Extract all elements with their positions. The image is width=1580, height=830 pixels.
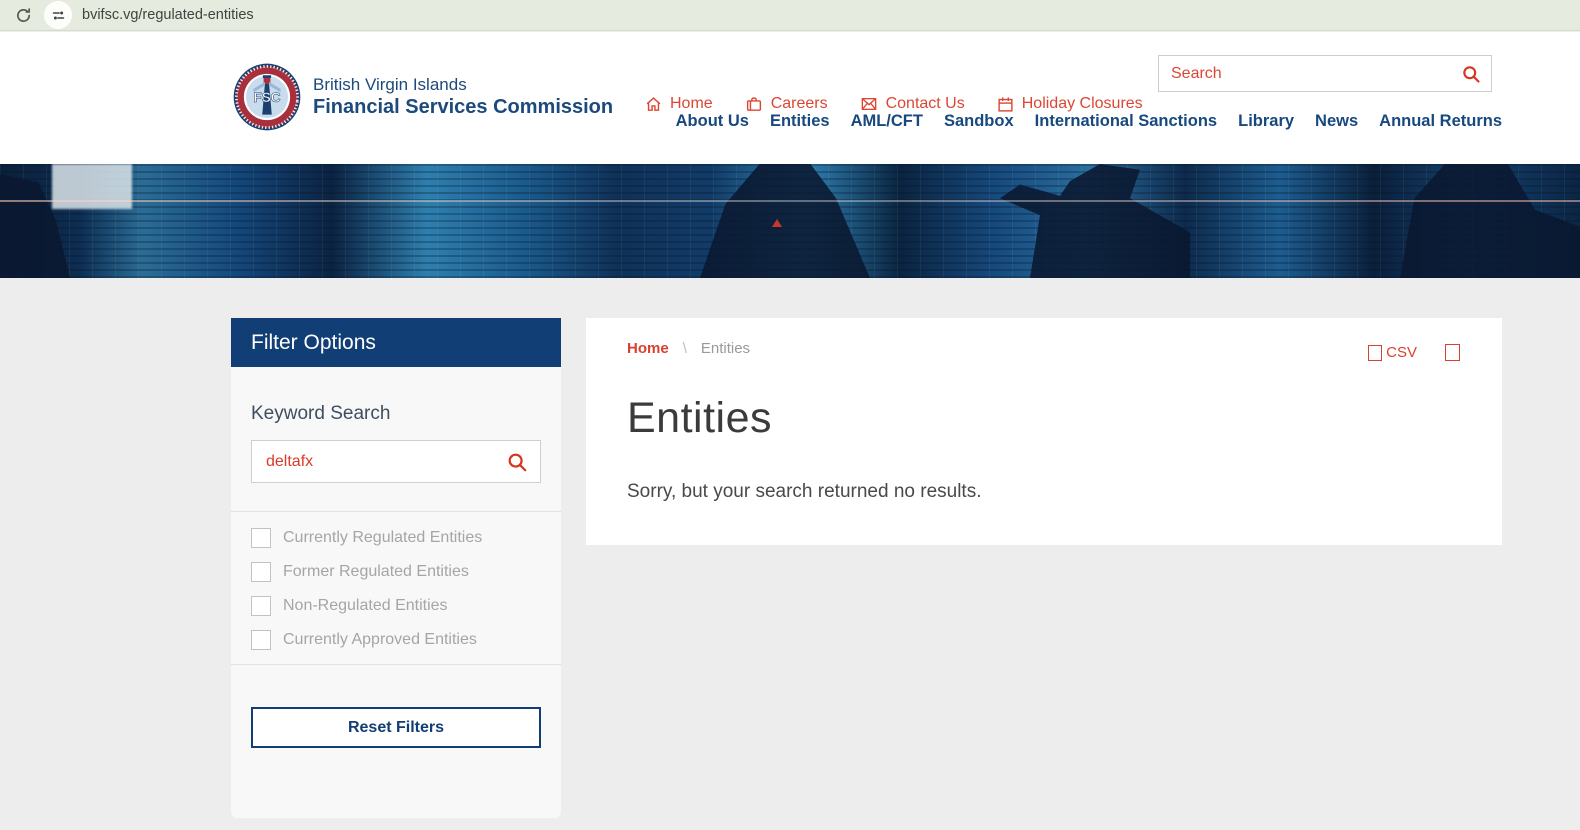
export-csv-button[interactable]: CSV xyxy=(1368,344,1417,361)
breadcrumb-separator: \ xyxy=(682,340,687,357)
utility-nav: Home Careers Contact Us Holiday Closures xyxy=(645,95,1143,113)
filter-currently-approved-entities[interactable]: Currently Approved Entities xyxy=(251,630,541,650)
filter-currently-regulated-entities[interactable]: Currently Regulated Entities xyxy=(251,528,541,548)
breadcrumb-current: Entities xyxy=(700,340,751,357)
site-info-icon[interactable] xyxy=(44,1,72,29)
filter-non-regulated-entities[interactable]: Non-Regulated Entities xyxy=(251,596,541,616)
banner-silhouette xyxy=(1000,164,1190,278)
keyword-search-label: Keyword Search xyxy=(251,403,391,424)
checkbox-label: Currently Regulated Entities xyxy=(283,529,483,546)
csv-label: CSV xyxy=(1386,344,1417,361)
banner-silhouette xyxy=(1400,164,1580,278)
breadcrumb-home-link[interactable]: Home xyxy=(627,340,669,357)
banner-rail-line xyxy=(0,200,1580,202)
utility-nav-careers[interactable]: Careers xyxy=(745,95,828,113)
header-search-input[interactable] xyxy=(1159,64,1461,83)
checkbox-label: Non-Regulated Entities xyxy=(283,597,448,614)
nav-annual-returns[interactable]: Annual Returns xyxy=(1379,112,1502,131)
utility-nav-contact-us[interactable]: Contact Us xyxy=(860,95,965,113)
header-search-box xyxy=(1158,55,1492,92)
content-card: Home \ Entities CSV Entities Sorry, but … xyxy=(586,318,1502,545)
banner-red-marker xyxy=(772,219,782,227)
fsc-logo[interactable]: FSC British Virgin Islands Financial Ser… xyxy=(233,63,613,131)
checkbox-former-regulated-entities[interactable] xyxy=(251,562,271,582)
logo-wordmark: British Virgin Islands Financial Service… xyxy=(313,75,613,119)
browser-toolbar: bvifsc.vg/regulated-entities xyxy=(0,0,1580,31)
checkbox-label: Former Regulated Entities xyxy=(283,563,469,580)
site-header: FSC British Virgin Islands Financial Ser… xyxy=(0,32,1580,164)
briefcase-icon xyxy=(746,96,761,111)
keyword-search-icon[interactable] xyxy=(506,451,528,473)
utility-nav-label: Contact Us xyxy=(885,95,965,112)
utility-nav-label: Holiday Closures xyxy=(1021,95,1143,112)
entity-type-filter-list: Currently Regulated Entities Former Regu… xyxy=(231,512,561,650)
checkbox-currently-approved-entities[interactable] xyxy=(251,630,271,650)
nav-aml-cft[interactable]: AML/CFT xyxy=(851,112,923,131)
calendar-icon xyxy=(998,96,1013,112)
nav-library[interactable]: Library xyxy=(1238,112,1294,131)
filter-former-regulated-entities[interactable]: Former Regulated Entities xyxy=(251,562,541,582)
nav-sandbox[interactable]: Sandbox xyxy=(944,112,1014,131)
csv-file-icon xyxy=(1368,344,1383,361)
home-icon xyxy=(646,96,661,111)
svg-text:FSC: FSC xyxy=(253,90,280,105)
utility-nav-home[interactable]: Home xyxy=(645,95,713,113)
filter-panel-title: Filter Options xyxy=(231,318,561,367)
export-tools: CSV xyxy=(1368,344,1460,361)
page-title: Entities xyxy=(627,394,773,442)
url-bar[interactable]: bvifsc.vg/regulated-entities xyxy=(82,7,254,23)
nav-about-us[interactable]: About Us xyxy=(676,112,749,131)
nav-international-sanctions[interactable]: International Sanctions xyxy=(1035,112,1217,131)
logo-line2: Financial Services Commission xyxy=(313,96,614,118)
search-icon[interactable] xyxy=(1461,64,1481,84)
breadcrumb: Home \ Entities xyxy=(627,340,750,357)
reset-filters-button[interactable]: Reset Filters xyxy=(251,707,541,748)
keyword-search-box xyxy=(251,440,541,483)
nav-entities[interactable]: Entities xyxy=(770,112,830,131)
print-icon[interactable] xyxy=(1445,344,1460,361)
checkbox-non-regulated-entities[interactable] xyxy=(251,596,271,616)
banner-silhouette xyxy=(700,164,870,278)
envelope-icon xyxy=(861,98,876,110)
utility-nav-holiday-closures[interactable]: Holiday Closures xyxy=(997,95,1143,113)
nav-news[interactable]: News xyxy=(1315,112,1358,131)
main-nav: About Us Entities AML/CFT Sandbox Intern… xyxy=(676,112,1502,131)
fsc-seal-icon: FSC xyxy=(233,63,301,131)
utility-nav-label: Careers xyxy=(770,95,828,112)
filter-panel: Filter Options Keyword Search Currently … xyxy=(231,318,561,818)
logo-line1: British Virgin Islands xyxy=(313,75,467,94)
utility-nav-label: Home xyxy=(670,95,713,112)
checkbox-label: Currently Approved Entities xyxy=(283,631,477,648)
no-results-message: Sorry, but your search returned no resul… xyxy=(627,481,982,502)
banner-sky-patch xyxy=(52,164,132,209)
keyword-search-input[interactable] xyxy=(252,452,506,471)
hero-banner-image xyxy=(0,164,1580,278)
reload-icon[interactable] xyxy=(8,0,38,30)
checkbox-currently-regulated-entities[interactable] xyxy=(251,528,271,548)
